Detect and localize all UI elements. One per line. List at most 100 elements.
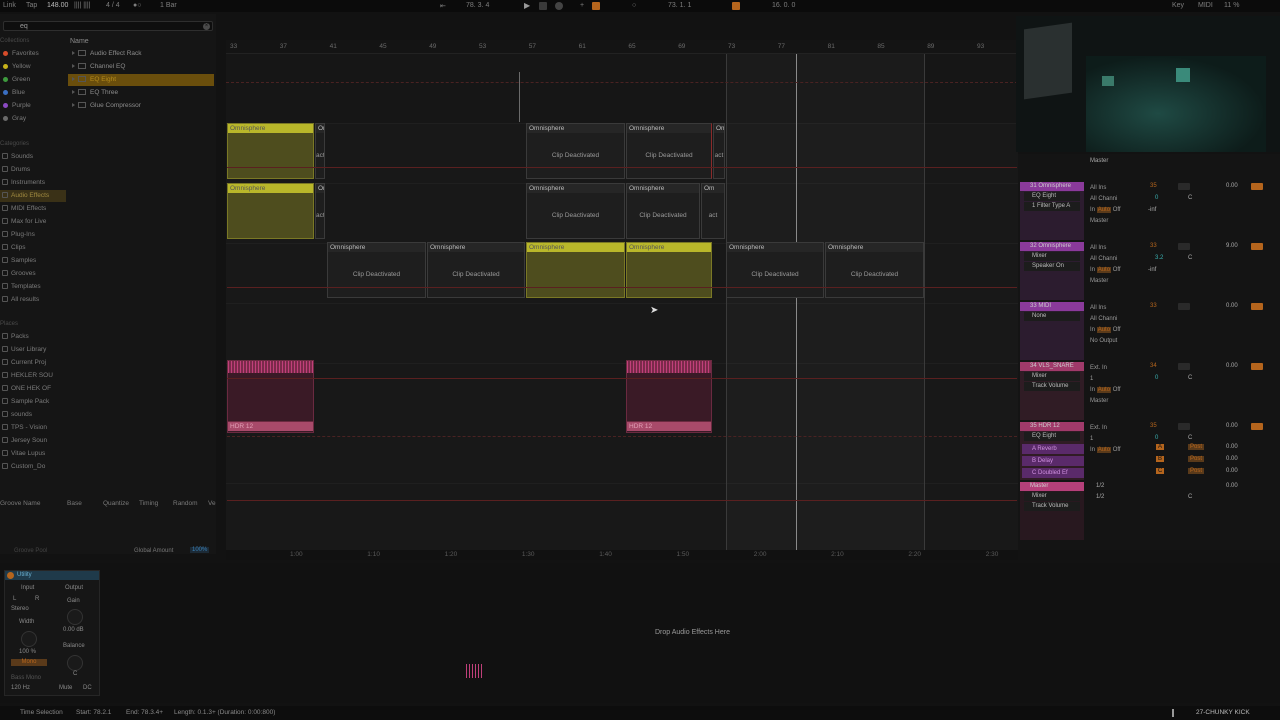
- loop-region[interactable]: [726, 54, 924, 550]
- mute-button[interactable]: Mute: [59, 685, 72, 691]
- channel-mode-select[interactable]: Stereo: [11, 606, 29, 612]
- beat-ruler[interactable]: 33 37 41 45 49 53 57 61 65 69 73 77 81 85 89 93: [226, 40, 1018, 54]
- sidebar-place[interactable]: Vitae Lupus: [0, 448, 66, 460]
- cue-out[interactable]: 1/2: [1096, 483, 1104, 489]
- monitor-in[interactable]: In: [1090, 327, 1095, 333]
- input-channel-select[interactable]: All Channi: [1090, 194, 1121, 205]
- send-post[interactable]: Post: [1188, 456, 1205, 462]
- monitor-switch[interactable]: In Auto Off: [1090, 445, 1121, 456]
- device-title[interactable]: Utility: [5, 571, 99, 580]
- arrangement-position[interactable]: 78. 3. 4: [466, 2, 489, 9]
- metronome-icon[interactable]: ●○: [133, 2, 141, 9]
- track-gain[interactable]: 9.00: [1226, 243, 1238, 249]
- groove-col-random[interactable]: Random: [173, 500, 198, 507]
- clip-omnisphere[interactable]: Omnisphere Clip Deactivated: [526, 123, 625, 179]
- device-power-icon[interactable]: [7, 572, 14, 579]
- right-channel-button[interactable]: R: [35, 596, 39, 602]
- sidebar-category[interactable]: Sounds: [0, 151, 66, 163]
- sidebar-category[interactable]: Samples: [0, 255, 66, 267]
- sidebar-place[interactable]: Custom_Do: [0, 461, 66, 473]
- track-volume[interactable]: 33: [1150, 243, 1157, 249]
- sidebar-category[interactable]: Clips: [0, 242, 66, 254]
- output-select[interactable]: Master: [1090, 396, 1121, 407]
- track-gain[interactable]: 0.00: [1226, 363, 1238, 369]
- loop-record-icon[interactable]: ○: [632, 2, 636, 9]
- output-select[interactable]: No Output: [1090, 336, 1121, 347]
- clip-hdr12[interactable]: HDR 12: [227, 421, 314, 433]
- tap-tempo-button[interactable]: Tap: [26, 2, 37, 9]
- collection-item[interactable]: Favorites: [0, 48, 66, 60]
- browser-file-item[interactable]: EQ Eight: [68, 74, 214, 86]
- sidebar-place[interactable]: TPS - Vision: [0, 422, 66, 434]
- loop-start-field[interactable]: 73. 1. 1: [668, 2, 691, 9]
- mixer-track[interactable]: 31 Omnisphere EQ Eight 1 Filter Type A: [1020, 182, 1084, 240]
- link-button[interactable]: Link: [3, 2, 16, 9]
- clip-omnisphere-active[interactable]: Omnisphere: [526, 242, 625, 298]
- sidebar-category[interactable]: Plug-Ins: [0, 229, 66, 241]
- monitor-in[interactable]: In: [1090, 207, 1095, 213]
- return-track[interactable]: B Delay: [1022, 456, 1084, 466]
- device-chooser[interactable]: Mixer: [1024, 492, 1080, 501]
- dc-button[interactable]: DC: [83, 685, 92, 691]
- sidebar-category[interactable]: All results: [0, 294, 66, 306]
- master-out[interactable]: 1/2: [1096, 494, 1104, 500]
- sidebar-place[interactable]: ONE HEK OF: [0, 383, 66, 395]
- send-post[interactable]: Post: [1188, 444, 1205, 450]
- monitor-auto[interactable]: Auto: [1096, 267, 1112, 273]
- drop-effects-hint[interactable]: Drop Audio Effects Here: [655, 629, 730, 636]
- mixer-track[interactable]: 32 Omnisphere Mixer Speaker On: [1020, 242, 1084, 300]
- monitor-off[interactable]: Off: [1113, 207, 1121, 213]
- monitor-auto[interactable]: Auto: [1096, 327, 1112, 333]
- arm-button[interactable]: [1251, 363, 1263, 370]
- sidebar-category[interactable]: Audio Effects: [0, 190, 66, 202]
- monitor-off[interactable]: Off: [1113, 327, 1121, 333]
- browser-file-item[interactable]: Channel EQ: [68, 61, 214, 73]
- width-value[interactable]: 100 %: [19, 649, 36, 655]
- track-volume[interactable]: 35: [1150, 183, 1157, 189]
- tempo-nudge[interactable]: |||| ||||: [74, 2, 91, 9]
- automation-arm-icon[interactable]: [592, 2, 600, 10]
- key-map-button[interactable]: Key: [1172, 2, 1184, 9]
- clip-omnisphere[interactable]: Omact: [315, 123, 325, 179]
- gain-value[interactable]: 0.00 dB: [63, 627, 84, 633]
- input-type-select[interactable]: All Ins: [1090, 303, 1121, 314]
- sidebar-place[interactable]: Sample Pack: [0, 396, 66, 408]
- track-name[interactable]: 31 Omnisphere: [1020, 182, 1084, 191]
- solo-button[interactable]: [1178, 183, 1190, 190]
- collection-item[interactable]: Green: [0, 74, 66, 86]
- send-letter[interactable]: B: [1156, 456, 1165, 462]
- device-chooser[interactable]: None: [1024, 312, 1080, 321]
- sidebar-category[interactable]: Grooves: [0, 268, 66, 280]
- browser-file-item[interactable]: Glue Compressor: [68, 100, 214, 112]
- expand-icon[interactable]: [72, 51, 75, 56]
- return-track[interactable]: C Doubled Ef: [1022, 468, 1084, 478]
- clip-omnisphere[interactable]: Omnisphere Clip Deactivated: [526, 183, 625, 239]
- sidebar-place[interactable]: User Library: [0, 344, 66, 356]
- clip-omnisphere[interactable]: Omnisphere Clip Deactivated: [626, 123, 712, 179]
- solo-button[interactable]: [1178, 243, 1190, 250]
- clip-omnisphere[interactable]: Omact: [315, 183, 325, 239]
- clip-omnisphere[interactable]: Omnisphere Clip Deactivated: [626, 183, 700, 239]
- collection-item[interactable]: Yellow: [0, 61, 66, 73]
- track-gain[interactable]: 0.00: [1226, 423, 1238, 429]
- clear-search-icon[interactable]: ×: [203, 23, 210, 30]
- clip-omnisphere-active[interactable]: Omnisphere: [626, 242, 712, 298]
- device-chooser[interactable]: EQ Eight: [1024, 432, 1080, 441]
- collection-item[interactable]: Blue: [0, 87, 66, 99]
- clip-hdr12[interactable]: HDR 12: [626, 421, 712, 433]
- master-output[interactable]: Master: [1090, 158, 1108, 164]
- input-type-select[interactable]: Ext. In: [1090, 363, 1121, 374]
- input-channel-select[interactable]: 1: [1090, 434, 1121, 445]
- input-channel-select[interactable]: All Channi: [1090, 254, 1121, 265]
- left-channel-button[interactable]: L: [13, 596, 16, 602]
- sidebar-category[interactable]: Max for Live: [0, 216, 66, 228]
- collection-item[interactable]: Purple: [0, 100, 66, 112]
- record-icon[interactable]: [555, 2, 563, 10]
- track-name[interactable]: 32 Omnisphere: [1020, 242, 1084, 251]
- time-signature[interactable]: 4 / 4: [106, 2, 120, 9]
- send-letter[interactable]: C: [1156, 468, 1165, 474]
- width-knob[interactable]: [21, 631, 37, 647]
- time-ruler[interactable]: 1:00 1:10 1:20 1:30 1:40 1:50 2:00 2:10 2:20 2:30: [226, 550, 1018, 560]
- track-name[interactable]: 35 HDR 12: [1020, 422, 1084, 431]
- monitor-in[interactable]: In: [1090, 447, 1095, 453]
